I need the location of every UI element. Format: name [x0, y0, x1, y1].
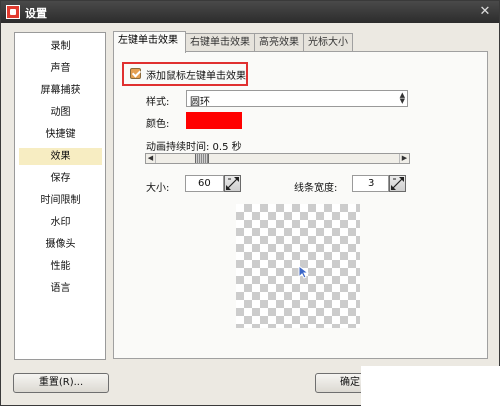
line-width-value: 3 [368, 178, 375, 189]
size-spin-button[interactable] [224, 175, 241, 192]
sidebar-item-gif[interactable]: 动图 [19, 104, 102, 121]
enable-left-click-checkbox[interactable] [130, 68, 141, 79]
cropped-overlay [361, 366, 500, 406]
reset-button[interactable]: 重置(R)... [13, 373, 109, 393]
sidebar-item-audio[interactable]: 声音 [19, 60, 102, 77]
sidebar-item-hotkeys[interactable]: 快捷键 [19, 126, 102, 143]
sidebar-item-language[interactable]: 语言 [19, 280, 102, 297]
size-label: 大小: [146, 183, 170, 194]
scroll-left-icon[interactable]: ◀ [146, 154, 156, 163]
sidebar-item-time-limit[interactable]: 时间限制 [19, 192, 102, 209]
sidebar-item-record[interactable]: 录制 [19, 38, 102, 55]
duration-label: 动画持续时间: 0.5 秒 [146, 142, 242, 153]
settings-category-list: 录制 声音 屏幕捕获 动图 快捷键 效果 保存 时间限制 水印 摄像头 性能 语… [14, 32, 106, 360]
size-input[interactable]: 60 [185, 175, 224, 192]
sidebar-item-webcam[interactable]: 摄像头 [19, 236, 102, 253]
tab-right-click[interactable]: 右键单击效果 [185, 33, 255, 51]
line-width-label: 线条宽度: [294, 183, 338, 194]
tab-cursor-size[interactable]: 光标大小 [303, 33, 353, 51]
enable-left-click-label: 添加鼠标左键单击效果 [146, 71, 246, 82]
duration-slider[interactable]: ◀ ▶ [145, 153, 410, 164]
sidebar-item-performance[interactable]: 性能 [19, 258, 102, 275]
tab-left-click[interactable]: 左键单击效果 [113, 31, 186, 53]
duration-slider-thumb[interactable] [195, 154, 209, 163]
line-width-input[interactable]: 3 [352, 175, 389, 192]
color-label: 颜色: [146, 119, 170, 130]
spin-arrows-icon [391, 177, 404, 190]
spin-arrows-icon [226, 177, 239, 190]
sidebar-item-watermark[interactable]: 水印 [19, 214, 102, 231]
scroll-right-icon[interactable]: ▶ [399, 154, 409, 163]
sidebar-item-screen-capture[interactable]: 屏幕捕获 [19, 82, 102, 99]
style-select[interactable]: 圆环 ▲ ▼ [186, 90, 408, 108]
app-icon [6, 5, 20, 19]
tab-highlight[interactable]: 高亮效果 [254, 33, 304, 51]
color-swatch[interactable] [186, 112, 242, 129]
select-arrows-icon: ▲ ▼ [399, 91, 405, 105]
cursor-arrow-icon [298, 265, 310, 279]
window-title: 设置 [25, 7, 47, 20]
line-width-spin-button[interactable] [389, 175, 406, 192]
close-icon[interactable]: ✕ [477, 4, 493, 20]
sidebar-item-effects[interactable]: 效果 [19, 148, 102, 165]
sidebar-item-save[interactable]: 保存 [19, 170, 102, 187]
size-value: 60 [198, 178, 211, 189]
style-select-value: 圆环 [190, 97, 210, 108]
style-label: 样式: [146, 97, 170, 108]
title-bar: 设置 ✕ [1, 1, 499, 23]
